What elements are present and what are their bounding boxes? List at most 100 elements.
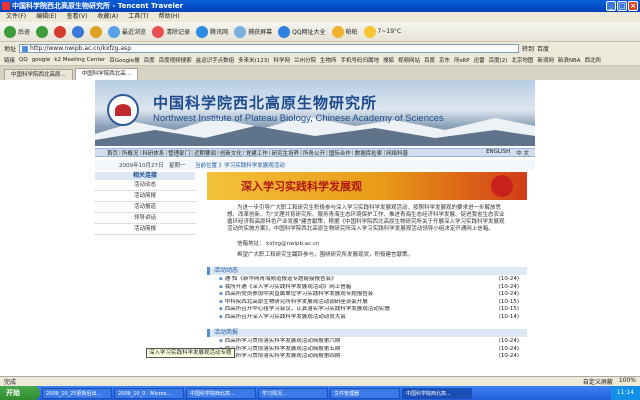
- link-item[interactable]: 兰州分院: [294, 56, 316, 64]
- news-item[interactable]: 通 知《新华网青海频道报道专题链接报告会》(10-24): [219, 276, 519, 284]
- brief-item[interactable]: 西高所学习贯彻落实科学发展观活动简报第五期(10-24): [219, 346, 519, 354]
- nav-item[interactable]: 科研体系: [142, 149, 164, 157]
- nav-item[interactable]: 近期要闻: [194, 149, 216, 157]
- forward-button[interactable]: [36, 25, 49, 38]
- qq-icon: [278, 25, 291, 38]
- link-item[interactable]: 多来米(123): [238, 56, 269, 64]
- menu-favorites[interactable]: 收藏(A): [97, 12, 118, 22]
- nav-item[interactable]: 管理部门: [168, 149, 190, 157]
- current-date: 2009年10月27日 星期一: [119, 163, 186, 169]
- taskbar-item[interactable]: 中国科学院西北高...: [186, 387, 256, 399]
- nav-item[interactable]: 所概况: [122, 149, 139, 157]
- tencent-icon: [196, 25, 209, 38]
- link-item[interactable]: 视频网站: [398, 56, 420, 64]
- minimize-button[interactable]: _: [606, 1, 616, 11]
- news-item[interactable]: 中科院西北高原生物研究所科学发展观活动调研座谈会开展(10-15): [219, 299, 519, 307]
- sidebar-item[interactable]: 活动动态: [95, 180, 195, 191]
- menu-view[interactable]: 查看(V): [67, 12, 88, 22]
- link-item[interactable]: 生物所: [320, 56, 337, 64]
- clear-history-button[interactable]: 清除记录: [152, 25, 190, 38]
- link-item[interactable]: 盒运识字点数组: [196, 56, 235, 64]
- menu-edit[interactable]: 编辑(E): [36, 12, 56, 22]
- taskbar-item[interactable]: 文件管理器: [330, 387, 400, 399]
- news-item[interactable]: 西高所召开深入学习实践科学发展观活动动员大会(10-14): [219, 314, 519, 322]
- sidebar-item[interactable]: 活动简报: [95, 224, 195, 235]
- address-label: 地址: [4, 45, 17, 53]
- refresh-button[interactable]: [72, 25, 85, 38]
- back-button[interactable]: 后退: [4, 25, 30, 38]
- brief-item[interactable]: 西高所学习贯彻落实科学发展观活动简报第四期(10-24): [219, 353, 519, 361]
- link-item[interactable]: google: [32, 57, 51, 63]
- start-button[interactable]: 开始: [0, 386, 40, 400]
- window-title: 中国科学院西北高原生物研究所 - Tencent Traveler: [12, 2, 184, 10]
- link-item[interactable]: 科学网: [273, 56, 290, 64]
- link-item[interactable]: 西北所: [585, 56, 602, 64]
- taskbar-item-active[interactable]: 中国科学院西北高...: [402, 387, 472, 399]
- link-item[interactable]: QQ: [19, 57, 28, 63]
- sidebar-item[interactable]: 活动报道: [95, 202, 195, 213]
- lang-chinese[interactable]: 中 文: [516, 149, 529, 157]
- home-button[interactable]: [90, 25, 103, 38]
- link-item[interactable]: 北京地图: [511, 56, 533, 64]
- news-item[interactable]: 西高所召开中心组学习会议，认真落实学习实践科学发展观活动实施(10-15): [219, 306, 519, 314]
- go-button[interactable]: 转到: [522, 44, 534, 53]
- nav-item[interactable]: 创新文化: [220, 149, 242, 157]
- sidebar-item[interactable]: 领导讲话: [95, 213, 195, 224]
- news-item[interactable]: 西高所党员参加中央直属单位学习实践科学发展观专题报告会(10-24): [219, 291, 519, 299]
- link-item[interactable]: 新浪网: [537, 56, 554, 64]
- nav-item[interactable]: 所务公开: [303, 149, 325, 157]
- nav-item[interactable]: 党建工作: [246, 149, 268, 157]
- link-item[interactable]: 新浪NBA: [558, 56, 581, 64]
- weather-button[interactable]: 帕帕: [331, 25, 358, 38]
- nav-item[interactable]: 数据库检索: [355, 149, 383, 157]
- link-item[interactable]: 百度: [144, 56, 155, 64]
- qq-button[interactable]: QQ网址大全: [278, 25, 326, 38]
- sidebar-item[interactable]: 活动简报: [95, 191, 195, 202]
- lang-english[interactable]: ENGLISH: [486, 149, 510, 157]
- link-item[interactable]: 百度: [424, 56, 435, 64]
- screenshot-button[interactable]: 捕获屏幕: [234, 25, 272, 38]
- link-item[interactable]: 手机号码归属地: [340, 56, 379, 64]
- link-item[interactable]: 百度(2): [489, 56, 508, 64]
- stop-button[interactable]: [54, 25, 67, 38]
- website: 中国科学院西北高原生物研究所 Northwest Institute of Pl…: [95, 80, 535, 376]
- nav-item[interactable]: 网络科普: [386, 149, 408, 157]
- brief-item[interactable]: 西高所学习贯彻落实科学发展观活动简报第六期(10-24): [219, 338, 519, 346]
- link-item[interactable]: 所sRP: [454, 56, 470, 64]
- brief-list: 西高所学习贯彻落实科学发展观活动简报第六期(10-24) 西高所学习贯彻落实科学…: [207, 337, 527, 361]
- link-item[interactable]: 百Google搜: [109, 56, 139, 64]
- zoom-level[interactable]: 100%: [619, 377, 636, 386]
- tab-bar: 中国科学院西北高原... 中国科学院西北高...: [0, 66, 640, 80]
- taskbar-item[interactable]: 2009_10_0 - Micros...: [114, 387, 184, 399]
- tab-2-active[interactable]: 中国科学院西北高...: [74, 68, 138, 80]
- nav-item[interactable]: 首页: [107, 149, 118, 157]
- taskbar-item[interactable]: 2009_10_25更新后出...: [42, 387, 112, 399]
- menu-tools[interactable]: 工具(T): [128, 12, 148, 22]
- maximize-button[interactable]: □: [617, 1, 627, 11]
- link-item[interactable]: k2 Meeting Center: [54, 57, 105, 63]
- link-item[interactable]: 迅雷: [474, 56, 485, 64]
- language-switch: ENGLISH 中 文: [486, 149, 535, 157]
- mailbox-address[interactable]: kxfzg@nwipb.ac.cn: [266, 241, 319, 247]
- link-item[interactable]: 京东: [439, 56, 450, 64]
- link-item[interactable]: 搜狐: [383, 56, 394, 64]
- address-input[interactable]: http://www.nwipb.ac.cn/kxfzg.asp: [19, 43, 520, 53]
- system-clock: 11:14: [610, 386, 640, 400]
- link-item[interactable]: 百度视频搜索: [159, 56, 192, 64]
- tab-1[interactable]: 中国科学院西北高原...: [4, 69, 73, 80]
- site-banner: 中国科学院西北高原生物研究所 Northwest Institute of Pl…: [95, 80, 535, 146]
- menu-help[interactable]: 帮助(H): [159, 12, 180, 22]
- search-engine[interactable]: 百度: [537, 44, 549, 53]
- recent-button[interactable]: 最近浏览: [108, 25, 146, 38]
- news-item[interactable]: 我所开通《深入学习实践科学发展观活动》网上信箱(10-24): [219, 284, 519, 292]
- taskbar-item[interactable]: 学习情况...: [258, 387, 328, 399]
- menu-file[interactable]: 文件(F): [6, 12, 26, 22]
- breadcrumb: 当前位置 》学习实践科学发展观活动: [195, 163, 285, 169]
- sun-icon: [363, 25, 376, 38]
- address-bar: 地址 http://www.nwipb.ac.cn/kxfzg.asp 转到 百…: [0, 42, 640, 54]
- tencent-button[interactable]: 腾讯网: [196, 25, 228, 38]
- nav-item[interactable]: 国际合作: [329, 149, 351, 157]
- close-button[interactable]: ×: [628, 1, 638, 11]
- block-mode[interactable]: 自定义屏蔽: [583, 377, 613, 386]
- nav-item[interactable]: 研究生培养: [272, 149, 300, 157]
